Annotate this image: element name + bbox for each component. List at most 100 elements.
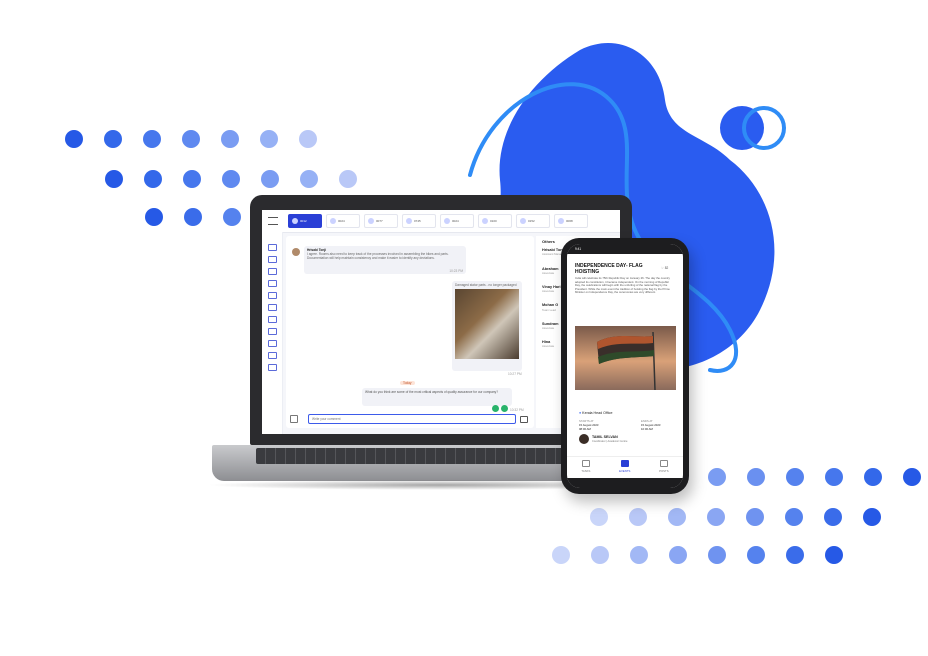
stat-icon bbox=[444, 218, 450, 224]
stat-label: 0077 bbox=[376, 219, 383, 223]
decorative-dot bbox=[299, 130, 317, 148]
nav-team-icon[interactable] bbox=[268, 268, 277, 275]
nav-tab-events[interactable]: EVENTS bbox=[619, 460, 630, 477]
menu-icon[interactable] bbox=[268, 217, 278, 225]
stat-tile[interactable]: 0100 bbox=[478, 214, 512, 228]
stat-tile[interactable]: 0012 bbox=[288, 214, 322, 228]
location-row: ● Kerala Head Office bbox=[579, 411, 612, 415]
stat-tile[interactable]: 0068 bbox=[554, 214, 588, 228]
stat-label: 0152 bbox=[528, 219, 535, 223]
stat-label: 0012 bbox=[300, 219, 307, 223]
decorative-dot bbox=[300, 170, 318, 188]
decorative-dot bbox=[824, 508, 842, 526]
status-time: 9:41 bbox=[575, 247, 582, 251]
nav-calendar-icon[interactable] bbox=[268, 316, 277, 323]
nav-profile-icon[interactable] bbox=[268, 352, 277, 359]
decorative-dot bbox=[786, 546, 804, 564]
top-stats-bar: 0012 0024 0077 0745 0024 0100 0152 0068 bbox=[262, 210, 620, 233]
decorative-dot bbox=[708, 468, 726, 486]
decorative-dot bbox=[591, 546, 609, 564]
organizer-name: TAMIL SELVAN bbox=[592, 435, 618, 439]
nav-tab-icon bbox=[620, 460, 629, 467]
message-time: 10:23 PM bbox=[449, 268, 463, 273]
nav-clock-icon[interactable] bbox=[268, 256, 277, 263]
decorative-dot bbox=[708, 546, 726, 564]
ring-icon bbox=[720, 106, 786, 150]
decorative-dot bbox=[630, 546, 648, 564]
starts-time: 08:00 AM bbox=[579, 427, 591, 431]
decorative-dot bbox=[864, 468, 882, 486]
decorative-dot bbox=[104, 130, 122, 148]
event-title: INDEPENDENCE DAY- FLAG HOISTING bbox=[575, 263, 643, 275]
flag-photo bbox=[575, 326, 676, 390]
decorative-dot bbox=[143, 130, 161, 148]
question-bubble: What do you think are some of the most c… bbox=[362, 388, 512, 406]
decorative-dot bbox=[339, 170, 357, 188]
location-text: Kerala Head Office bbox=[582, 411, 613, 415]
stat-label: 0100 bbox=[490, 219, 497, 223]
stat-tile[interactable]: 0152 bbox=[516, 214, 550, 228]
question-meta: 10:32 PM bbox=[510, 408, 524, 412]
send-icon[interactable] bbox=[520, 416, 528, 423]
decorative-dot bbox=[825, 468, 843, 486]
stat-icon bbox=[292, 218, 298, 224]
event-description: India will celebrate its 75th Republic D… bbox=[575, 277, 670, 295]
stat-icon bbox=[330, 218, 336, 224]
nav-chat-icon[interactable] bbox=[268, 292, 277, 299]
stat-label: 0024 bbox=[452, 219, 459, 223]
message-bubble: Hrisabi Tonji I agree. Rooms also need t… bbox=[304, 246, 466, 274]
decorative-dot bbox=[863, 508, 881, 526]
stat-tile[interactable]: 0024 bbox=[326, 214, 360, 228]
nav-tab-label: TASKS bbox=[581, 469, 591, 473]
stat-icon bbox=[368, 218, 374, 224]
stat-label: 0068 bbox=[566, 219, 573, 223]
stat-tile[interactable]: 0745 bbox=[402, 214, 436, 228]
organizer-avatar bbox=[579, 434, 589, 444]
stat-icon bbox=[520, 218, 526, 224]
nav-announce-icon[interactable] bbox=[268, 280, 277, 287]
stat-tile[interactable]: 0024 bbox=[440, 214, 474, 228]
decorative-dot bbox=[221, 130, 239, 148]
comment-input[interactable] bbox=[308, 414, 516, 424]
date-divider: Today bbox=[400, 381, 415, 386]
message-text: I agree. Rooms also need to keep track o… bbox=[307, 252, 449, 261]
add-reaction-icon[interactable] bbox=[492, 405, 499, 412]
decorative-dot bbox=[144, 170, 162, 188]
attach-icon[interactable] bbox=[290, 415, 298, 423]
decorative-dot bbox=[184, 208, 202, 226]
nav-tab-tasks[interactable]: TASKS bbox=[581, 460, 590, 477]
nav-tab-label: POSTS bbox=[659, 469, 669, 473]
decorative-dot bbox=[747, 468, 765, 486]
decorative-dot bbox=[261, 170, 279, 188]
decorative-dot bbox=[746, 508, 764, 526]
android-nav-bar bbox=[567, 478, 683, 488]
phone-screen: 9:41 INDEPENDENCE DAY- FLAG HOISTING ♡ 8… bbox=[567, 244, 683, 488]
nav-docs-icon[interactable] bbox=[268, 340, 277, 347]
nav-settings-icon[interactable] bbox=[268, 364, 277, 371]
decorative-dot bbox=[590, 508, 608, 526]
stat-tile[interactable]: 0077 bbox=[364, 214, 398, 228]
avatar bbox=[292, 248, 300, 256]
nav-users-icon[interactable] bbox=[268, 304, 277, 311]
stat-icon bbox=[406, 218, 412, 224]
decorative-dot bbox=[222, 170, 240, 188]
stat-label: 0024 bbox=[338, 219, 345, 223]
nav-tab-posts[interactable]: POSTS bbox=[659, 460, 669, 477]
nav-tab-icon bbox=[659, 460, 668, 467]
stat-tiles: 0012 0024 0077 0745 0024 0100 0152 0068 bbox=[284, 214, 588, 228]
decorative-dot bbox=[669, 546, 687, 564]
image-time: 10:27 PM bbox=[508, 372, 522, 376]
decorative-dot bbox=[785, 508, 803, 526]
likes-value: 82 bbox=[664, 266, 669, 270]
likes-count[interactable]: ♡ 82 bbox=[661, 266, 668, 270]
chat-pane: Hrisabi Tonji I agree. Rooms also need t… bbox=[286, 236, 534, 428]
decorative-dot bbox=[552, 546, 570, 564]
question-text: What do you think are some of the most c… bbox=[365, 390, 499, 394]
emoji-icon[interactable] bbox=[501, 405, 508, 412]
nav-print-icon[interactable] bbox=[268, 328, 277, 335]
status-bar: 9:41 bbox=[567, 244, 683, 254]
ends-time: 10:00 AM bbox=[641, 427, 653, 431]
nav-home-icon[interactable] bbox=[268, 244, 277, 251]
nav-tab-label: EVENTS bbox=[619, 469, 631, 473]
image-message[interactable]: Damaged stator parts - no longer package… bbox=[452, 281, 522, 371]
